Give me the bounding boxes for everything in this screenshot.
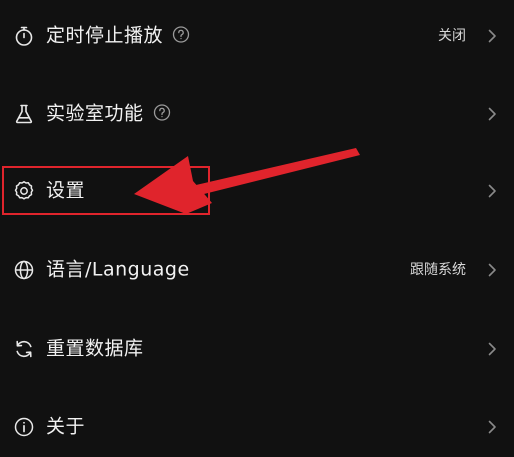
- settings-menu: 定时停止播放 关闭 实验室功能 设置 语言/Language 跟随系统 重置数据…: [0, 0, 514, 450]
- info-icon: [13, 416, 35, 438]
- help-icon[interactable]: [153, 104, 171, 122]
- chevron-right-icon: [486, 106, 498, 122]
- flask-icon: [13, 103, 35, 125]
- chevron-right-icon: [486, 341, 498, 357]
- chevron-right-icon: [486, 262, 498, 278]
- menu-item-label: 重置数据库: [46, 337, 144, 360]
- chevron-right-icon: [486, 419, 498, 435]
- chevron-right-icon: [486, 183, 498, 199]
- menu-item-label: 语言/Language: [46, 258, 190, 281]
- menu-item-language[interactable]: 语言/Language 跟随系统: [0, 240, 514, 300]
- menu-item-value: 跟随系统: [410, 262, 466, 278]
- menu-item-lab-features[interactable]: 实验室功能: [0, 84, 514, 144]
- refresh-icon: [13, 338, 35, 360]
- timer-icon: [13, 25, 35, 47]
- annotation-highlight-box: [2, 166, 210, 215]
- chevron-right-icon: [486, 28, 498, 44]
- menu-item-sleep-timer[interactable]: 定时停止播放 关闭: [0, 6, 514, 66]
- menu-item-label: 定时停止播放: [46, 24, 164, 47]
- globe-icon: [13, 259, 35, 281]
- menu-item-label: 实验室功能: [46, 102, 144, 125]
- menu-item-label: 关于: [46, 415, 86, 438]
- menu-item-value: 关闭: [438, 28, 466, 44]
- menu-item-about[interactable]: 关于: [0, 397, 514, 457]
- menu-item-reset-database[interactable]: 重置数据库: [0, 319, 514, 379]
- help-icon[interactable]: [172, 26, 190, 44]
